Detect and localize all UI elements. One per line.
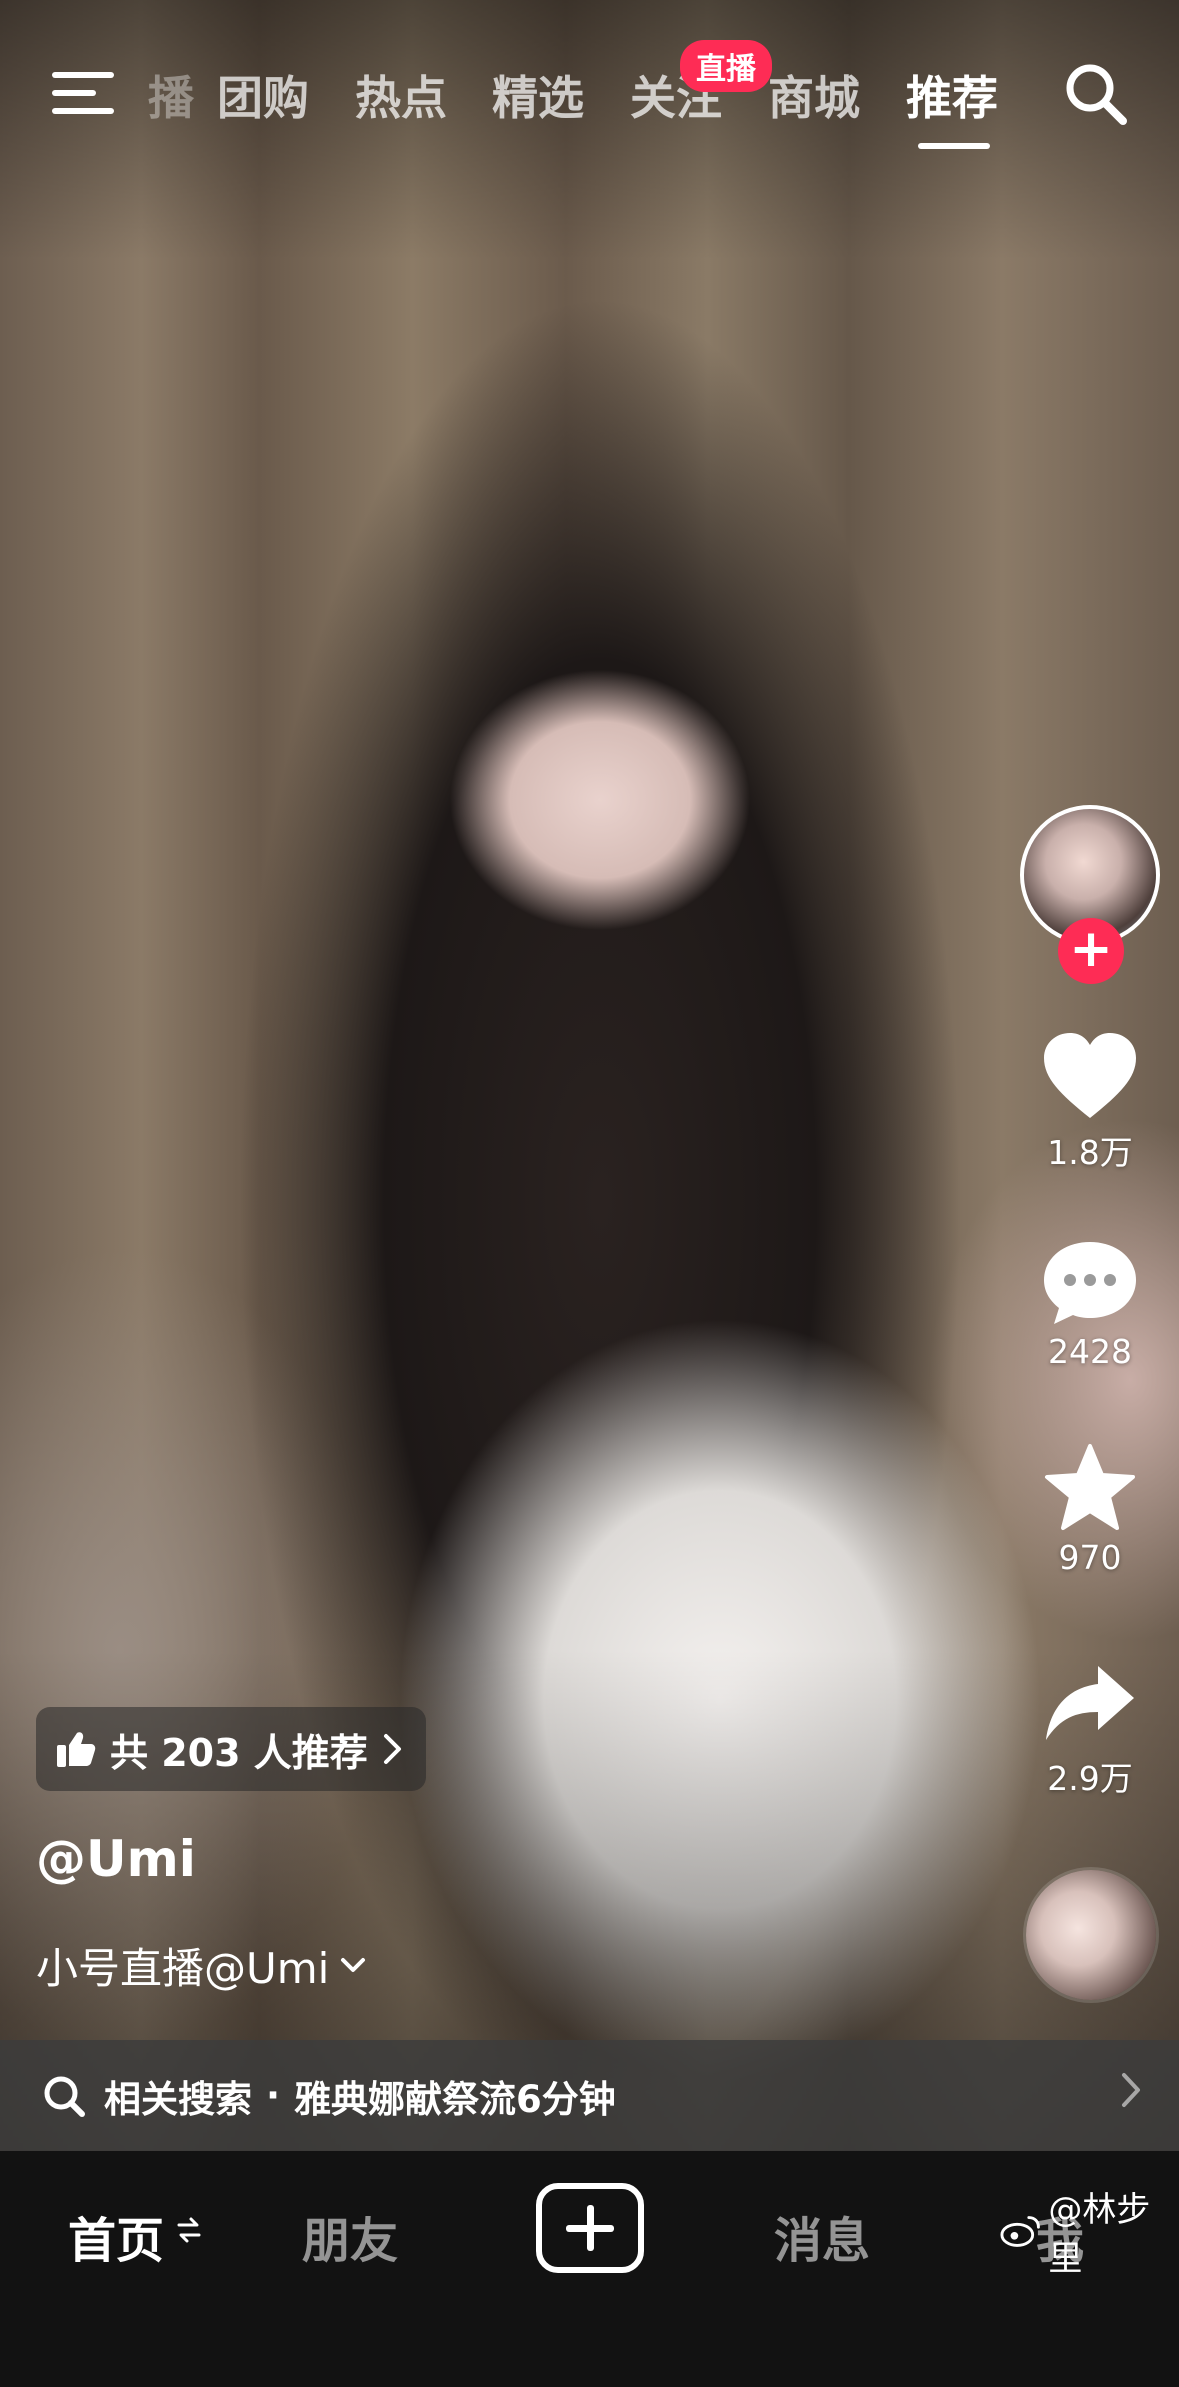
tab-hot[interactable]: 热点 [355, 62, 447, 128]
video-frame[interactable] [0, 0, 1179, 2151]
watermark: @林步里 [1000, 2182, 1179, 2280]
caption-text: 小号直播@Umi [36, 1944, 330, 1993]
recommend-chip[interactable]: 共 203 人推荐 [36, 1707, 426, 1791]
tab-mall[interactable]: 商城 [768, 62, 860, 128]
like-count: 1.8万 [1047, 1133, 1133, 1172]
related-search-bar[interactable]: 相关搜索 · 雅典娜献祭流6分钟 [0, 2040, 1179, 2151]
nav-friends[interactable]: 朋友 [302, 2201, 398, 2271]
music-disc[interactable] [1026, 1870, 1156, 2000]
creator-username[interactable]: @Umi [36, 1830, 196, 1888]
heart-icon [1044, 1033, 1136, 1118]
share-action[interactable]: 2.9万 [1010, 1660, 1170, 1800]
comment-action[interactable]: 2428 [1010, 1236, 1170, 1371]
top-navigation: 播 团购 热点 精选 关注 直播 商城 推荐 [0, 40, 1179, 150]
tab-group-buy[interactable]: 团购 [217, 62, 309, 128]
related-search-separator: · [266, 2074, 281, 2117]
video-caption[interactable]: 小号直播@Umi [36, 1935, 367, 1996]
favorite-action[interactable]: 970 [1010, 1442, 1170, 1577]
search-icon [44, 2076, 85, 2117]
watermark-text: @林步里 [1048, 2190, 1151, 2279]
like-action[interactable]: 1.8万 [1010, 1030, 1170, 1174]
follow-button[interactable]: + [1058, 918, 1124, 984]
share-icon [1046, 1666, 1134, 1740]
comment-icon [1044, 1242, 1136, 1324]
nav-home[interactable]: 首页 [68, 2201, 164, 2271]
related-search-prefix: 相关搜索 [104, 2077, 252, 2121]
weibo-icon [1000, 2216, 1040, 2247]
switch-icon[interactable] [176, 2215, 202, 2245]
create-button[interactable] [536, 2183, 644, 2273]
recommend-count-text: 共 203 人推荐 [110, 1730, 368, 1775]
related-search-query: 雅典娜献祭流6分钟 [294, 2077, 616, 2121]
chevron-right-icon [1122, 2073, 1140, 2107]
menu-icon[interactable] [52, 68, 114, 118]
chevron-right-icon [383, 1734, 401, 1764]
tab-partial[interactable]: 播 [148, 62, 194, 128]
tab-featured[interactable]: 精选 [492, 62, 584, 128]
star-icon [1045, 1444, 1135, 1530]
thumbs-up-icon [57, 1732, 96, 1767]
favorite-count: 970 [1058, 1538, 1122, 1577]
tab-recommended[interactable]: 推荐 [906, 62, 998, 128]
chevron-down-icon [341, 1957, 366, 1972]
plus-icon: + [1069, 919, 1113, 979]
live-badge: 直播 [680, 40, 772, 92]
share-count: 2.9万 [1047, 1759, 1133, 1798]
active-tab-indicator [918, 143, 990, 149]
nav-messages[interactable]: 消息 [774, 2201, 870, 2271]
comment-count: 2428 [1048, 1332, 1132, 1371]
search-icon[interactable] [1060, 58, 1130, 128]
